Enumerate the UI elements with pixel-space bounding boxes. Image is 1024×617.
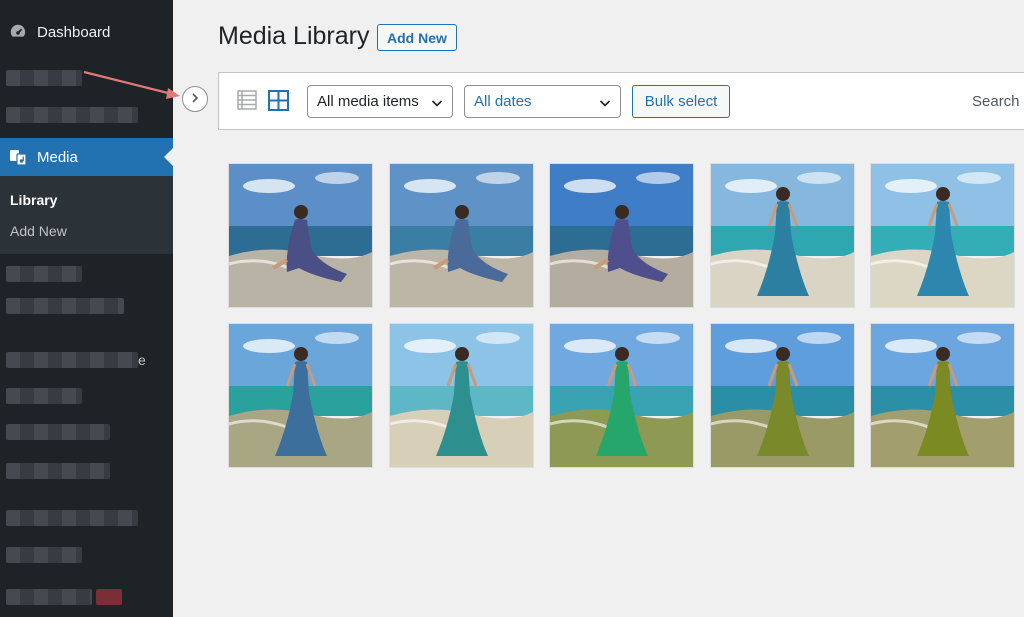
blurred-menu-item — [6, 352, 138, 368]
blurred-menu-item — [6, 463, 110, 479]
media-thumbnail[interactable] — [390, 164, 533, 307]
menu-label-media: Media — [37, 148, 78, 166]
blurred-menu-item — [6, 589, 92, 605]
media-thumbnail[interactable] — [871, 324, 1014, 467]
blurred-menu-item — [6, 298, 124, 314]
submenu-item-library[interactable]: Library — [10, 192, 57, 208]
blurred-menu-item — [6, 547, 82, 563]
blurred-menu-char: e — [138, 352, 146, 368]
media-submenu: Library Add New — [0, 176, 173, 254]
add-new-button[interactable]: Add New — [377, 24, 457, 51]
media-thumbnail[interactable] — [550, 324, 693, 467]
blurred-menu-item — [6, 266, 82, 282]
media-thumbnail[interactable] — [229, 324, 372, 467]
blurred-menu-item — [6, 70, 82, 86]
blurred-menu-item — [6, 107, 138, 123]
menu-label-dashboard: Dashboard — [37, 23, 111, 41]
annotation-arrow-icon — [83, 70, 180, 99]
menu-item-dashboard[interactable]: Dashboard — [0, 14, 173, 50]
search-label: Search — [972, 93, 1020, 110]
date-filter-value: All dates — [474, 93, 532, 110]
blurred-menu-item — [6, 388, 82, 404]
media-thumbnail[interactable] — [229, 164, 372, 307]
media-thumbnail[interactable] — [711, 164, 854, 307]
submenu-item-add-new[interactable]: Add New — [10, 223, 67, 239]
media-type-filter-value: All media items — [317, 93, 419, 110]
media-icon — [8, 147, 28, 167]
collapse-menu-button[interactable] — [182, 86, 208, 112]
blurred-notification-badge — [96, 589, 122, 605]
menu-item-media[interactable]: Media — [0, 138, 173, 176]
dashboard-gauge-icon — [8, 22, 28, 42]
media-thumbnail[interactable] — [550, 164, 693, 307]
media-thumbnail[interactable] — [390, 324, 533, 467]
chevron-down-icon — [431, 96, 443, 113]
date-filter[interactable]: All dates — [464, 85, 621, 118]
chevron-down-icon — [599, 96, 611, 113]
blurred-menu-item — [6, 510, 138, 526]
media-thumbnail[interactable] — [711, 324, 854, 467]
page-title: Media Library — [218, 22, 370, 50]
grid-view-icon[interactable] — [268, 90, 289, 116]
media-type-filter[interactable]: All media items — [307, 85, 453, 118]
list-view-icon[interactable] — [237, 90, 257, 115]
media-thumbnail[interactable] — [871, 164, 1014, 307]
bulk-select-button[interactable]: Bulk select — [632, 85, 730, 118]
chevron-right-icon — [190, 90, 200, 108]
blurred-menu-item — [6, 424, 110, 440]
